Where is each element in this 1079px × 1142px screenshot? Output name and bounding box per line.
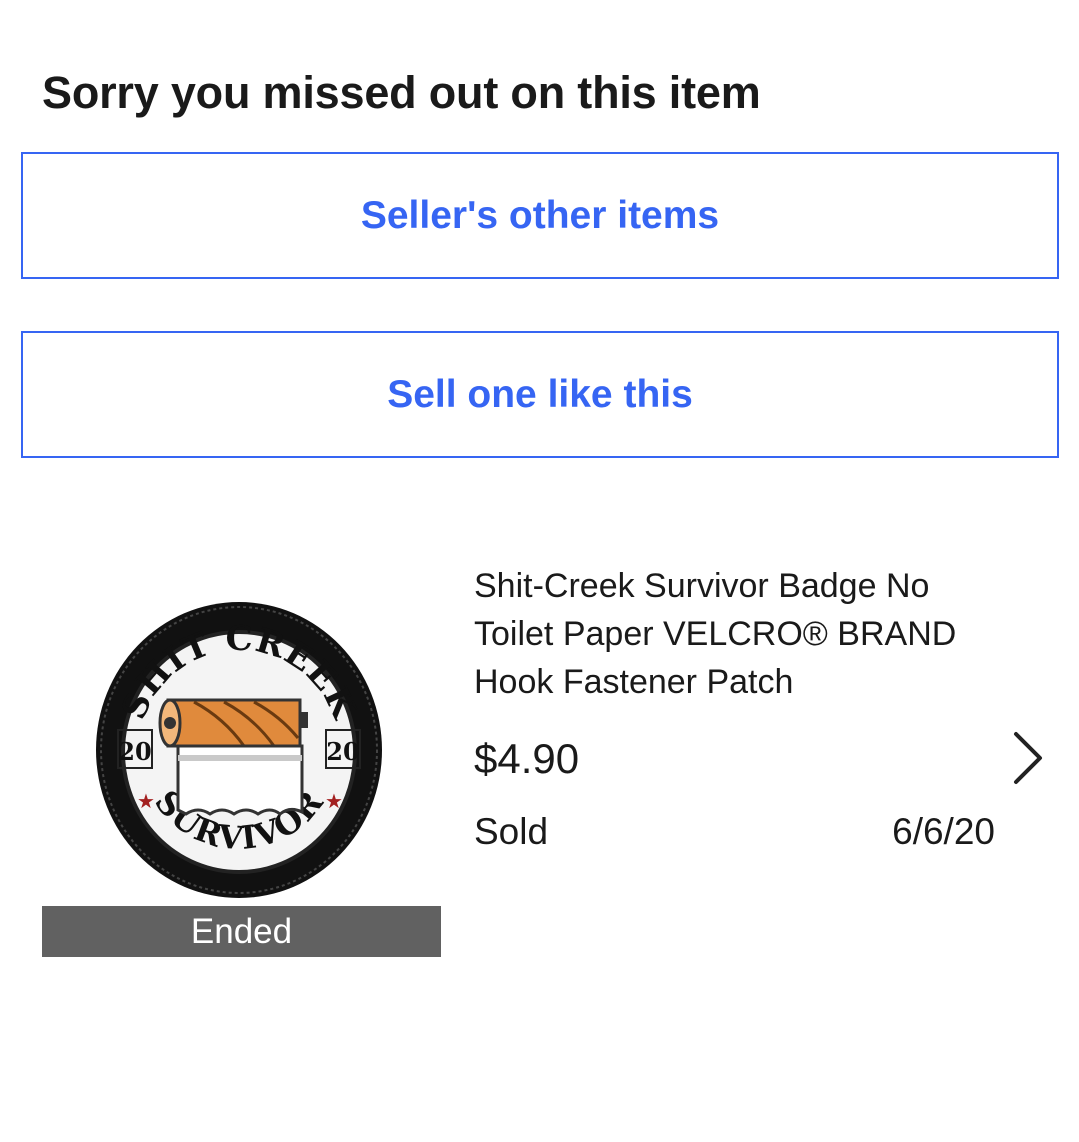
- ended-badge: Ended: [42, 906, 441, 957]
- sell-one-like-this-button[interactable]: Sell one like this: [21, 331, 1059, 458]
- item-title[interactable]: Shit-Creek Survivor Badge No Toilet Pape…: [474, 562, 994, 706]
- svg-text:★: ★: [137, 791, 155, 813]
- item-status: Sold: [474, 811, 549, 852]
- svg-text:★: ★: [325, 791, 343, 813]
- item-price: $4.90: [474, 735, 580, 782]
- sellers-other-items-button[interactable]: Seller's other items: [21, 152, 1059, 279]
- item-sold-date: 6/6/20: [892, 811, 995, 852]
- patch-year-right: 20: [326, 737, 359, 766]
- page-title: Sorry you missed out on this item: [42, 67, 761, 119]
- chevron-right-icon[interactable]: [1010, 730, 1046, 786]
- item-thumbnail[interactable]: SHIT CREEK SURVIVOR 20 20 ★ ★ Ended: [42, 580, 441, 957]
- patch-year-left: 20: [118, 737, 151, 766]
- toilet-paper-patch-image: SHIT CREEK SURVIVOR 20 20 ★ ★: [96, 602, 382, 898]
- sell-one-like-this-label: Sell one like this: [387, 372, 693, 416]
- sellers-other-items-label: Seller's other items: [360, 193, 720, 237]
- item-card[interactable]: SHIT CREEK SURVIVOR 20 20 ★ ★ Ended Shit…: [0, 540, 1079, 980]
